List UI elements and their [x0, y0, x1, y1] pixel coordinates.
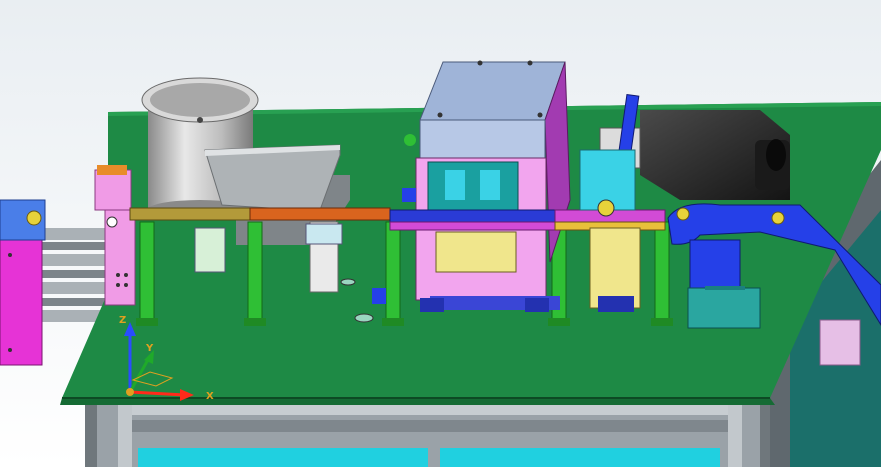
cad-viewport[interactable]: Z Y X: [0, 0, 881, 467]
triad-z-label: Z: [119, 315, 126, 326]
cyan-panel-left: [138, 448, 428, 467]
triad-x-label: X: [206, 391, 214, 402]
assembly-model[interactable]: Z Y X: [0, 0, 881, 467]
triad-y-label: Y: [145, 343, 154, 354]
cyan-panel-right: [440, 448, 720, 467]
